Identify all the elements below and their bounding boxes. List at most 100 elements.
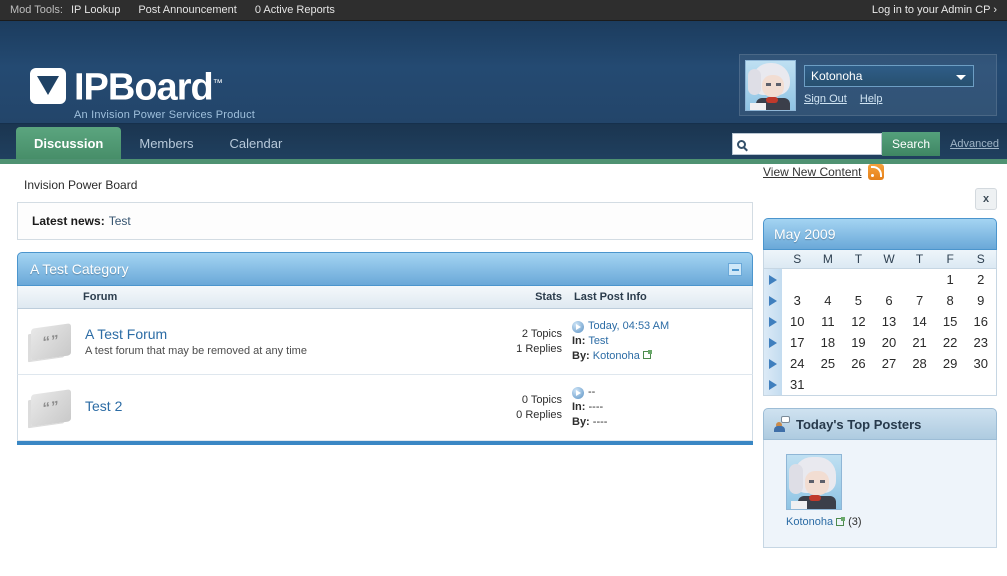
calendar-day[interactable]: 15: [935, 312, 966, 331]
chevron-right-icon: [769, 337, 777, 348]
user-links: Sign Out Help: [804, 93, 974, 105]
calendar-day[interactable]: 20: [874, 333, 905, 352]
calendar-day[interactable]: 4: [813, 291, 844, 310]
calendar-week-arrow[interactable]: [764, 374, 782, 395]
external-link-icon[interactable]: [836, 517, 846, 526]
category-title[interactable]: A Test Category: [30, 261, 129, 277]
calendar-week-arrow[interactable]: [764, 290, 782, 311]
calendar-day[interactable]: 27: [874, 354, 905, 373]
calendar-day[interactable]: 10: [782, 312, 813, 331]
calendar-day[interactable]: [782, 278, 813, 282]
play-bullet-icon: [572, 320, 584, 333]
search-button[interactable]: Search: [882, 132, 941, 156]
last-post-topic-link[interactable]: Test: [588, 335, 608, 347]
mod-tool-active-reports[interactable]: 0 Active Reports: [255, 4, 335, 16]
calendar-day[interactable]: 1: [935, 270, 966, 289]
logo-tagline: An Invision Power Services Product: [74, 108, 256, 121]
quote-glyph: “”: [42, 397, 59, 417]
external-link-icon[interactable]: [642, 350, 652, 359]
calendar-day[interactable]: 6: [874, 291, 905, 310]
calendar-day[interactable]: 29: [935, 354, 966, 373]
calendar-day[interactable]: [843, 383, 874, 387]
avatar[interactable]: [745, 59, 796, 111]
avatar[interactable]: [786, 454, 842, 510]
avatar-collar: [766, 96, 778, 103]
calendar-day[interactable]: [965, 383, 996, 387]
calendar-dow-thu: T: [915, 252, 924, 266]
site-logo[interactable]: IPBoard™ An Invision Power Services Prod…: [30, 64, 255, 121]
calendar-day[interactable]: 31: [782, 375, 813, 394]
calendar-day[interactable]: 14: [904, 312, 935, 331]
collapse-icon[interactable]: [728, 263, 742, 276]
latest-news-text[interactable]: Test: [109, 214, 131, 228]
calendar-day[interactable]: [935, 383, 966, 387]
last-post-in-label: In:: [572, 401, 586, 413]
forum-title-link[interactable]: Test 2: [85, 398, 467, 414]
calendar-day[interactable]: 22: [935, 333, 966, 352]
calendar-day[interactable]: [904, 278, 935, 282]
calendar-day[interactable]: 16: [965, 312, 996, 331]
calendar-day[interactable]: 28: [904, 354, 935, 373]
calendar-day[interactable]: 8: [935, 291, 966, 310]
calendar-day[interactable]: 17: [782, 333, 813, 352]
table-row[interactable]: “” Test 2 0 Topics 0 Replies -- In: ----…: [17, 375, 753, 441]
calendar-day[interactable]: 7: [904, 291, 935, 310]
advanced-search-link[interactable]: Advanced: [950, 138, 999, 150]
calendar-day[interactable]: 30: [965, 354, 996, 373]
calendar-day[interactable]: 13: [874, 312, 905, 331]
search-field[interactable]: [732, 133, 883, 155]
calendar-week-arrow[interactable]: [764, 332, 782, 353]
calendar-week-arrow[interactable]: [764, 311, 782, 332]
calendar-day[interactable]: 9: [965, 291, 996, 310]
tab-discussion[interactable]: Discussion: [16, 127, 122, 159]
mod-tool-post-announcement[interactable]: Post Announcement: [138, 4, 236, 16]
calendar-day[interactable]: 19: [843, 333, 874, 352]
calendar-title[interactable]: May 2009: [774, 226, 835, 242]
calendar-day[interactable]: 18: [813, 333, 844, 352]
user-menu-dropdown[interactable]: Kotonoha: [804, 65, 974, 87]
top-poster-entry: Kotonoha (3): [786, 516, 996, 528]
calendar-week-arrow[interactable]: [764, 269, 782, 290]
trademark-icon: ™: [212, 78, 223, 89]
calendar-day[interactable]: 5: [843, 291, 874, 310]
calendar-day[interactable]: [904, 383, 935, 387]
last-post-date-row: --: [572, 385, 752, 400]
calendar-day[interactable]: 25: [813, 354, 844, 373]
breadcrumb[interactable]: Invision Power Board: [24, 178, 137, 192]
avatar-face: [805, 471, 829, 495]
tab-calendar[interactable]: Calendar: [212, 127, 301, 159]
top-poster-name-link[interactable]: Kotonoha: [786, 516, 833, 528]
forum-title-link[interactable]: A Test Forum: [85, 326, 467, 342]
view-new-content-link[interactable]: View New Content: [763, 165, 862, 179]
table-row[interactable]: “” A Test Forum A test forum that may be…: [17, 309, 753, 375]
calendar-day[interactable]: [813, 278, 844, 282]
last-post-author-link[interactable]: Kotonoha: [593, 350, 640, 362]
calendar-day[interactable]: 21: [904, 333, 935, 352]
calendar-day[interactable]: 3: [782, 291, 813, 310]
calendar-day[interactable]: 2: [965, 270, 996, 289]
calendar-day[interactable]: [874, 383, 905, 387]
calendar-day[interactable]: 12: [843, 312, 874, 331]
avatar-collar: [809, 495, 821, 501]
column-header-forum: Forum: [83, 291, 118, 303]
top-posters-title: Today's Top Posters: [796, 416, 922, 432]
calendar-header: May 2009: [763, 218, 997, 250]
calendar-day[interactable]: [813, 383, 844, 387]
help-link[interactable]: Help: [860, 93, 883, 105]
tab-members[interactable]: Members: [121, 127, 211, 159]
sign-out-link[interactable]: Sign Out: [804, 93, 847, 105]
calendar-day[interactable]: 24: [782, 354, 813, 373]
calendar-day[interactable]: [874, 278, 905, 282]
calendar-day[interactable]: [843, 278, 874, 282]
close-icon[interactable]: x: [975, 188, 997, 210]
calendar-week-arrow[interactable]: [764, 353, 782, 374]
admin-cp-login-link[interactable]: Log in to your Admin CP ›: [872, 4, 997, 16]
last-post-date-link[interactable]: Today, 04:53 AM: [588, 319, 669, 334]
calendar-day[interactable]: 11: [813, 312, 844, 331]
calendar-day[interactable]: 23: [965, 333, 996, 352]
calendar-week: 31: [764, 374, 996, 395]
search-input[interactable]: [750, 138, 871, 150]
rss-icon[interactable]: [867, 164, 884, 180]
mod-tool-ip-lookup[interactable]: IP Lookup: [71, 4, 120, 16]
calendar-day[interactable]: 26: [843, 354, 874, 373]
